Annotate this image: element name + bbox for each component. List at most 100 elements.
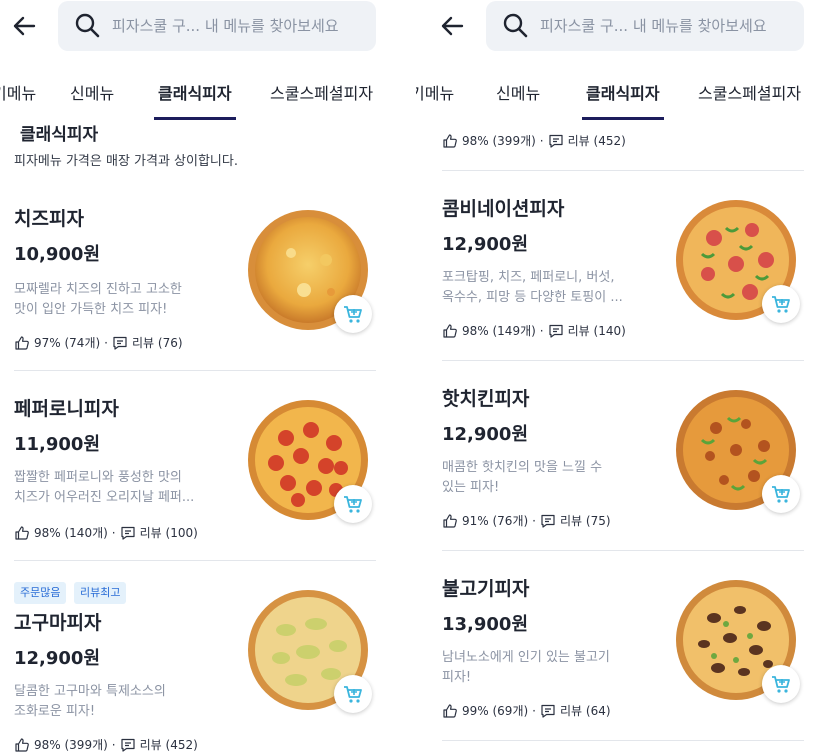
menu-item[interactable]: 콤비네이션피자 12,900원 포크탑핑, 치즈, 페퍼로니, 버섯, 옥수수,…: [416, 170, 824, 360]
section-title: 클래식피자: [20, 125, 99, 145]
add-to-cart-button[interactable]: [762, 475, 800, 513]
review-icon[interactable]: [112, 335, 128, 351]
menu-item[interactable]: 페퍼로니피자 11,900원 짭짤한 페퍼로니와 풍성한 맛의 치즈가 어우러진…: [0, 370, 408, 560]
thumbs-up-icon[interactable]: [442, 133, 458, 149]
tab-new-menu-partial[interactable]: 기메뉴: [416, 80, 454, 104]
thumbs-up-icon[interactable]: [14, 525, 30, 541]
item-name: 페퍼로니피자: [14, 398, 119, 420]
item-divider: [442, 740, 804, 741]
tab-new-menu[interactable]: 신메뉴: [70, 80, 114, 104]
item-description: 매콤한 핫치킨의 맛을 느낄 수 있는 피자!: [442, 458, 642, 498]
meta-separator: ·: [111, 525, 116, 540]
item-meta: 98% (140개) · 리뷰 (100): [14, 524, 198, 541]
right-screen: 피자스쿨 구... 내 메뉴를 찾아보세요 기메뉴 신메뉴 클래식피자 스쿨스페…: [416, 0, 824, 756]
item-meta: 99% (69개) · 리뷰 (64): [442, 702, 611, 719]
desc-line: 포크탑핑, 치즈, 페퍼로니, 버섯,: [442, 270, 615, 285]
item-meta: 98% (149개) · 리뷰 (140): [442, 322, 626, 339]
meta-separator: ·: [532, 513, 536, 528]
review-count: 리뷰 (76): [132, 336, 183, 350]
item-meta: 91% (76개) · 리뷰 (75): [442, 512, 611, 529]
review-icon[interactable]: [540, 513, 556, 529]
add-to-cart-button[interactable]: [334, 485, 372, 523]
review-count: 리뷰 (452): [567, 134, 626, 148]
search-input[interactable]: 피자스쿨 구... 내 메뉴를 찾아보세요: [58, 1, 376, 51]
review-icon[interactable]: [548, 323, 564, 339]
search-icon: [75, 13, 100, 38]
like-rate: 98% (399개): [34, 738, 108, 752]
desc-line: 모짜렐라 치즈의 진하고 고소한: [14, 282, 182, 297]
cart-icon: [344, 686, 362, 703]
menu-item[interactable]: 치즈피자 10,900원 모짜렐라 치즈의 진하고 고소한 맛이 입안 가득한 …: [0, 180, 408, 370]
thumbs-up-icon[interactable]: [14, 335, 30, 351]
tab-classic-pizza[interactable]: 클래식피자: [586, 80, 660, 104]
desc-line: 피자!: [442, 670, 472, 685]
tab-school-special-pizza[interactable]: 스쿨스페셜피자: [698, 80, 801, 104]
add-to-cart-button[interactable]: [334, 295, 372, 333]
item-meta: 98% (399개) · 리뷰 (452): [442, 132, 626, 149]
thumbs-up-icon[interactable]: [442, 323, 458, 339]
thumbs-up-icon[interactable]: [442, 513, 458, 529]
cart-icon: [772, 486, 790, 503]
desc-line: 맛이 입안 가득한 치즈 피자!: [14, 302, 168, 317]
top-bar: 피자스쿨 구... 내 메뉴를 찾아보세요: [0, 0, 408, 56]
like-rate: 98% (140개): [34, 526, 108, 540]
add-to-cart-button[interactable]: [334, 675, 372, 713]
item-description: 포크탑핑, 치즈, 페퍼로니, 버섯, 옥수수, 피망 등 다양한 토핑이 ..…: [442, 268, 642, 308]
tab-new-menu-partial[interactable]: 기메뉴: [0, 80, 36, 104]
meta-separator: ·: [532, 703, 536, 718]
add-to-cart-button[interactable]: [762, 665, 800, 703]
review-icon[interactable]: [120, 737, 136, 753]
desc-line: 남녀노소에게 인기 있는 불고기: [442, 650, 610, 665]
item-name: 치즈피자: [14, 208, 84, 230]
desc-line: 옥수수, 피망 등 다양한 토핑이 ...: [442, 290, 623, 305]
meta-separator: ·: [104, 335, 108, 350]
category-tabs: 기메뉴 신메뉴 클래식피자 스쿨스페셜피자: [416, 66, 824, 120]
item-meta: 97% (74개) · 리뷰 (76): [14, 334, 183, 351]
review-icon[interactable]: [120, 525, 136, 541]
menu-item[interactable]: 불고기피자 13,900원 남녀노소에게 인기 있는 불고기 피자! 99% (…: [416, 550, 824, 740]
review-icon[interactable]: [540, 703, 556, 719]
desc-line: 매콤한 핫치킨의 맛을 느낄 수: [442, 460, 603, 475]
menu-item[interactable]: 주문많음 리뷰최고 고구마피자 12,900원 달콤한 고구마와 특제소스의 조…: [0, 560, 408, 756]
review-count: 리뷰 (100): [139, 526, 198, 540]
item-price: 12,900원: [14, 648, 101, 669]
cart-icon: [772, 676, 790, 693]
top-bar: 피자스쿨 구... 내 메뉴를 찾아보세요: [416, 0, 824, 56]
thumbs-up-icon[interactable]: [442, 703, 458, 719]
add-to-cart-button[interactable]: [762, 285, 800, 323]
item-name: 핫치킨피자: [442, 388, 530, 410]
review-icon[interactable]: [548, 133, 564, 149]
item-price: 13,900원: [442, 614, 529, 635]
item-description: 모짜렐라 치즈의 진하고 고소한 맛이 입안 가득한 치즈 피자!: [14, 280, 214, 320]
active-tab-indicator: [582, 117, 664, 120]
meta-separator: ·: [111, 737, 116, 752]
like-rate: 98% (149개): [462, 324, 536, 338]
search-icon: [503, 13, 528, 38]
tab-new-menu[interactable]: 신메뉴: [496, 80, 540, 104]
review-count: 리뷰 (140): [567, 324, 626, 338]
like-rate: 91% (76개): [462, 514, 529, 528]
item-price: 12,900원: [442, 424, 529, 445]
item-price: 11,900원: [14, 434, 101, 455]
tab-school-special-pizza[interactable]: 스쿨스페셜피자: [270, 80, 373, 104]
item-name: 콤비네이션피자: [442, 198, 565, 220]
meta-separator: ·: [539, 133, 544, 148]
desc-line: 짭짤한 페퍼로니와 풍성한 맛의: [14, 470, 182, 485]
badge-top-review: 리뷰최고: [74, 582, 127, 604]
search-placeholder: 피자스쿨 구... 내 메뉴를 찾아보세요: [540, 17, 767, 35]
cart-icon: [772, 296, 790, 313]
back-arrow-icon[interactable]: [438, 10, 466, 42]
review-count: 리뷰 (452): [139, 738, 198, 752]
item-name: 불고기피자: [442, 578, 530, 600]
back-arrow-icon[interactable]: [10, 10, 38, 42]
item-meta: 98% (399개) · 리뷰 (452): [14, 736, 198, 753]
left-screen: 피자스쿨 구... 내 메뉴를 찾아보세요 기메뉴 신메뉴 클래식피자 스쿨스페…: [0, 0, 408, 756]
tab-classic-pizza[interactable]: 클래식피자: [158, 80, 232, 104]
cart-icon: [344, 306, 362, 323]
active-tab-indicator: [154, 117, 236, 120]
thumbs-up-icon[interactable]: [14, 737, 30, 753]
review-count: 리뷰 (64): [560, 704, 611, 718]
menu-item[interactable]: 핫치킨피자 12,900원 매콤한 핫치킨의 맛을 느낄 수 있는 피자! 91…: [416, 360, 824, 550]
item-description: 달콤한 고구마와 특제소스의 조화로운 피자!: [14, 682, 214, 722]
search-input[interactable]: 피자스쿨 구... 내 메뉴를 찾아보세요: [486, 1, 804, 51]
